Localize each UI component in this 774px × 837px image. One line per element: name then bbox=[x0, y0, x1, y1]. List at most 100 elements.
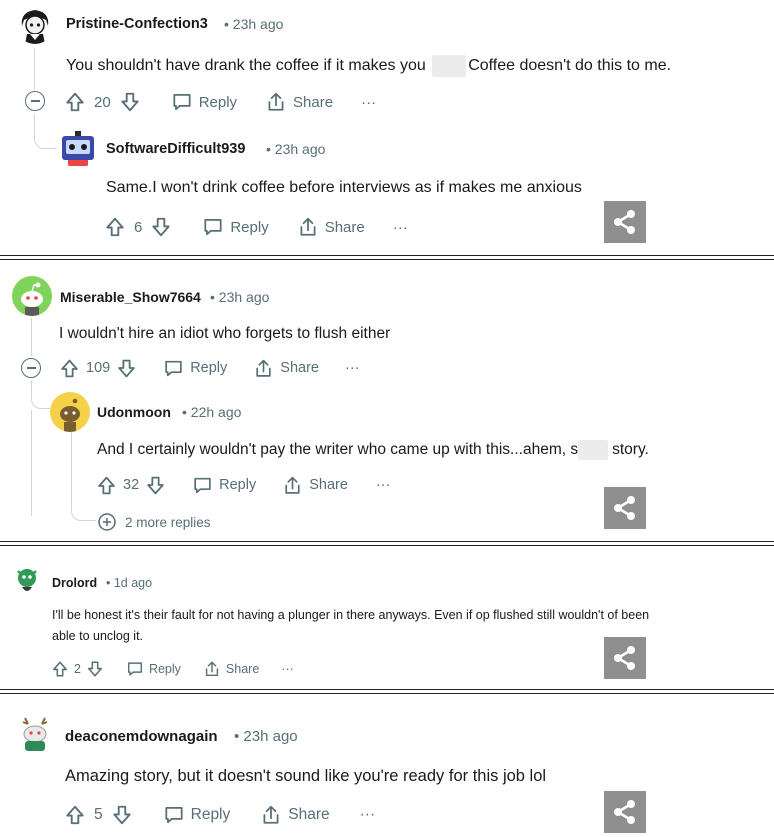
share-icon bbox=[297, 216, 319, 238]
reply-button[interactable]: Reply bbox=[202, 216, 269, 238]
thread-connector bbox=[34, 114, 57, 149]
share-button[interactable]: Share bbox=[297, 216, 365, 238]
share-nodes-icon bbox=[610, 493, 640, 523]
vote-count: 2 bbox=[74, 662, 81, 676]
reply-button[interactable]: Reply bbox=[163, 804, 231, 826]
share-button[interactable]: Share bbox=[260, 804, 330, 826]
share-label: Share bbox=[309, 477, 348, 493]
downvote-button[interactable] bbox=[111, 804, 133, 826]
more-replies-link[interactable]: 2 more replies bbox=[97, 512, 211, 532]
reply-button[interactable]: Reply bbox=[163, 358, 227, 379]
more-options-button[interactable]: ··· bbox=[376, 477, 391, 493]
avatar[interactable] bbox=[16, 6, 54, 44]
comment-timestamp: • 23h ago bbox=[234, 728, 298, 745]
share-fab-button[interactable] bbox=[604, 487, 646, 529]
downvote-button[interactable] bbox=[119, 91, 141, 113]
collapse-thread-button[interactable] bbox=[25, 91, 45, 111]
upvote-button[interactable] bbox=[104, 216, 126, 238]
comment-username[interactable]: Udonmoon bbox=[97, 404, 171, 420]
upvote-button[interactable] bbox=[96, 475, 117, 496]
reply-bubble-icon bbox=[171, 91, 193, 113]
share-nodes-icon bbox=[610, 207, 640, 237]
upvote-icon bbox=[64, 804, 86, 826]
comment-username[interactable]: Drolord bbox=[52, 576, 97, 590]
reindeer-snoo-avatar-icon bbox=[22, 717, 48, 751]
share-button[interactable]: Share bbox=[203, 660, 259, 678]
comment-text-after: story. bbox=[612, 441, 649, 459]
share-label: Share bbox=[225, 662, 260, 676]
reply-label: Reply bbox=[198, 93, 238, 111]
thread-connector bbox=[31, 380, 50, 409]
comment-actions: 5 Reply Share ··· bbox=[64, 803, 403, 827]
reply-bubble-icon bbox=[126, 660, 144, 678]
comment-actions: 32 Reply Share ··· bbox=[96, 473, 418, 497]
vote-count: 5 bbox=[94, 806, 103, 823]
avatar[interactable] bbox=[15, 714, 55, 754]
comment-body: I'll be honest it's their fault for not … bbox=[52, 608, 650, 622]
more-options-button[interactable]: ··· bbox=[360, 806, 376, 824]
thread-line bbox=[34, 48, 35, 90]
upvote-button[interactable] bbox=[64, 91, 86, 113]
comment-body: I wouldn't hire an idiot who forgets to … bbox=[59, 325, 391, 342]
avatar[interactable] bbox=[12, 565, 42, 595]
downvote-button[interactable] bbox=[150, 216, 172, 238]
share-icon bbox=[265, 91, 287, 113]
downvote-button[interactable] bbox=[145, 475, 166, 496]
reply-button[interactable]: Reply bbox=[126, 660, 181, 678]
reply-bubble-icon bbox=[202, 216, 224, 238]
collapse-thread-button[interactable] bbox=[21, 358, 41, 378]
avatar[interactable] bbox=[12, 276, 52, 316]
comment-actions: 6 Reply Share ··· bbox=[104, 215, 436, 239]
reply-label: Reply bbox=[230, 218, 269, 236]
share-fab-button[interactable] bbox=[604, 791, 646, 833]
upvote-icon bbox=[104, 216, 126, 238]
green-snoo-avatar-icon bbox=[21, 282, 43, 316]
avatar[interactable] bbox=[58, 128, 98, 168]
downvote-button[interactable] bbox=[86, 660, 104, 678]
share-button[interactable]: Share bbox=[282, 475, 348, 496]
vote-count: 32 bbox=[123, 477, 140, 493]
comment-body: Amazing story, but it doesn't sound like… bbox=[65, 767, 547, 785]
comment-username[interactable]: SoftwareDifficult939 bbox=[106, 141, 245, 157]
thread-line bbox=[31, 410, 32, 516]
thread-connector bbox=[71, 500, 96, 521]
reply-button[interactable]: Reply bbox=[192, 475, 256, 496]
share-icon bbox=[282, 475, 303, 496]
comment-timestamp: • 1d ago bbox=[106, 576, 153, 590]
share-fab-button[interactable] bbox=[604, 637, 646, 679]
redacted-word bbox=[432, 55, 467, 77]
comment-body: And I certainly wouldn't pay the writer … bbox=[97, 440, 649, 460]
downvote-icon bbox=[119, 91, 141, 113]
robot-avatar-icon bbox=[62, 131, 94, 166]
downvote-button[interactable] bbox=[116, 358, 137, 379]
more-options-button[interactable]: ··· bbox=[281, 662, 294, 676]
share-fab-button[interactable] bbox=[604, 201, 646, 243]
separator bbox=[0, 689, 774, 694]
vote-count: 6 bbox=[134, 218, 143, 236]
green-dragon-avatar-icon bbox=[17, 569, 37, 591]
upvote-button[interactable] bbox=[51, 660, 69, 678]
separator bbox=[0, 541, 774, 546]
more-options-button[interactable]: ··· bbox=[393, 219, 408, 236]
share-button[interactable]: Share bbox=[265, 91, 333, 113]
vote-count: 109 bbox=[86, 360, 111, 376]
more-options-button[interactable]: ··· bbox=[361, 94, 376, 111]
comment-text: You shouldn't have drank the coffee if i… bbox=[66, 57, 426, 75]
comment-body: You shouldn't have drank the coffee if i… bbox=[66, 55, 671, 77]
comment-username[interactable]: deaconemdownagain bbox=[65, 728, 218, 745]
comment-text-after: Coffee doesn't do this to me. bbox=[468, 57, 672, 75]
comment-username[interactable]: Pristine-Confection3 bbox=[66, 16, 208, 32]
share-button[interactable]: Share bbox=[253, 358, 319, 379]
comment-actions: 2 Reply Share ··· bbox=[51, 658, 322, 680]
reply-button[interactable]: Reply bbox=[171, 91, 237, 113]
upvote-icon bbox=[51, 660, 69, 678]
more-options-button[interactable]: ··· bbox=[345, 360, 360, 376]
reply-label: Reply bbox=[190, 806, 231, 823]
upvote-button[interactable] bbox=[64, 804, 86, 826]
comment-actions: 20 Reply Share ··· bbox=[64, 90, 404, 114]
upvote-button[interactable] bbox=[59, 358, 80, 379]
downvote-icon bbox=[111, 804, 133, 826]
comment-username[interactable]: Miserable_Show7664 bbox=[60, 289, 201, 305]
avatar[interactable] bbox=[50, 392, 90, 432]
comment-body: Same.I won't drink coffee before intervi… bbox=[106, 179, 582, 196]
